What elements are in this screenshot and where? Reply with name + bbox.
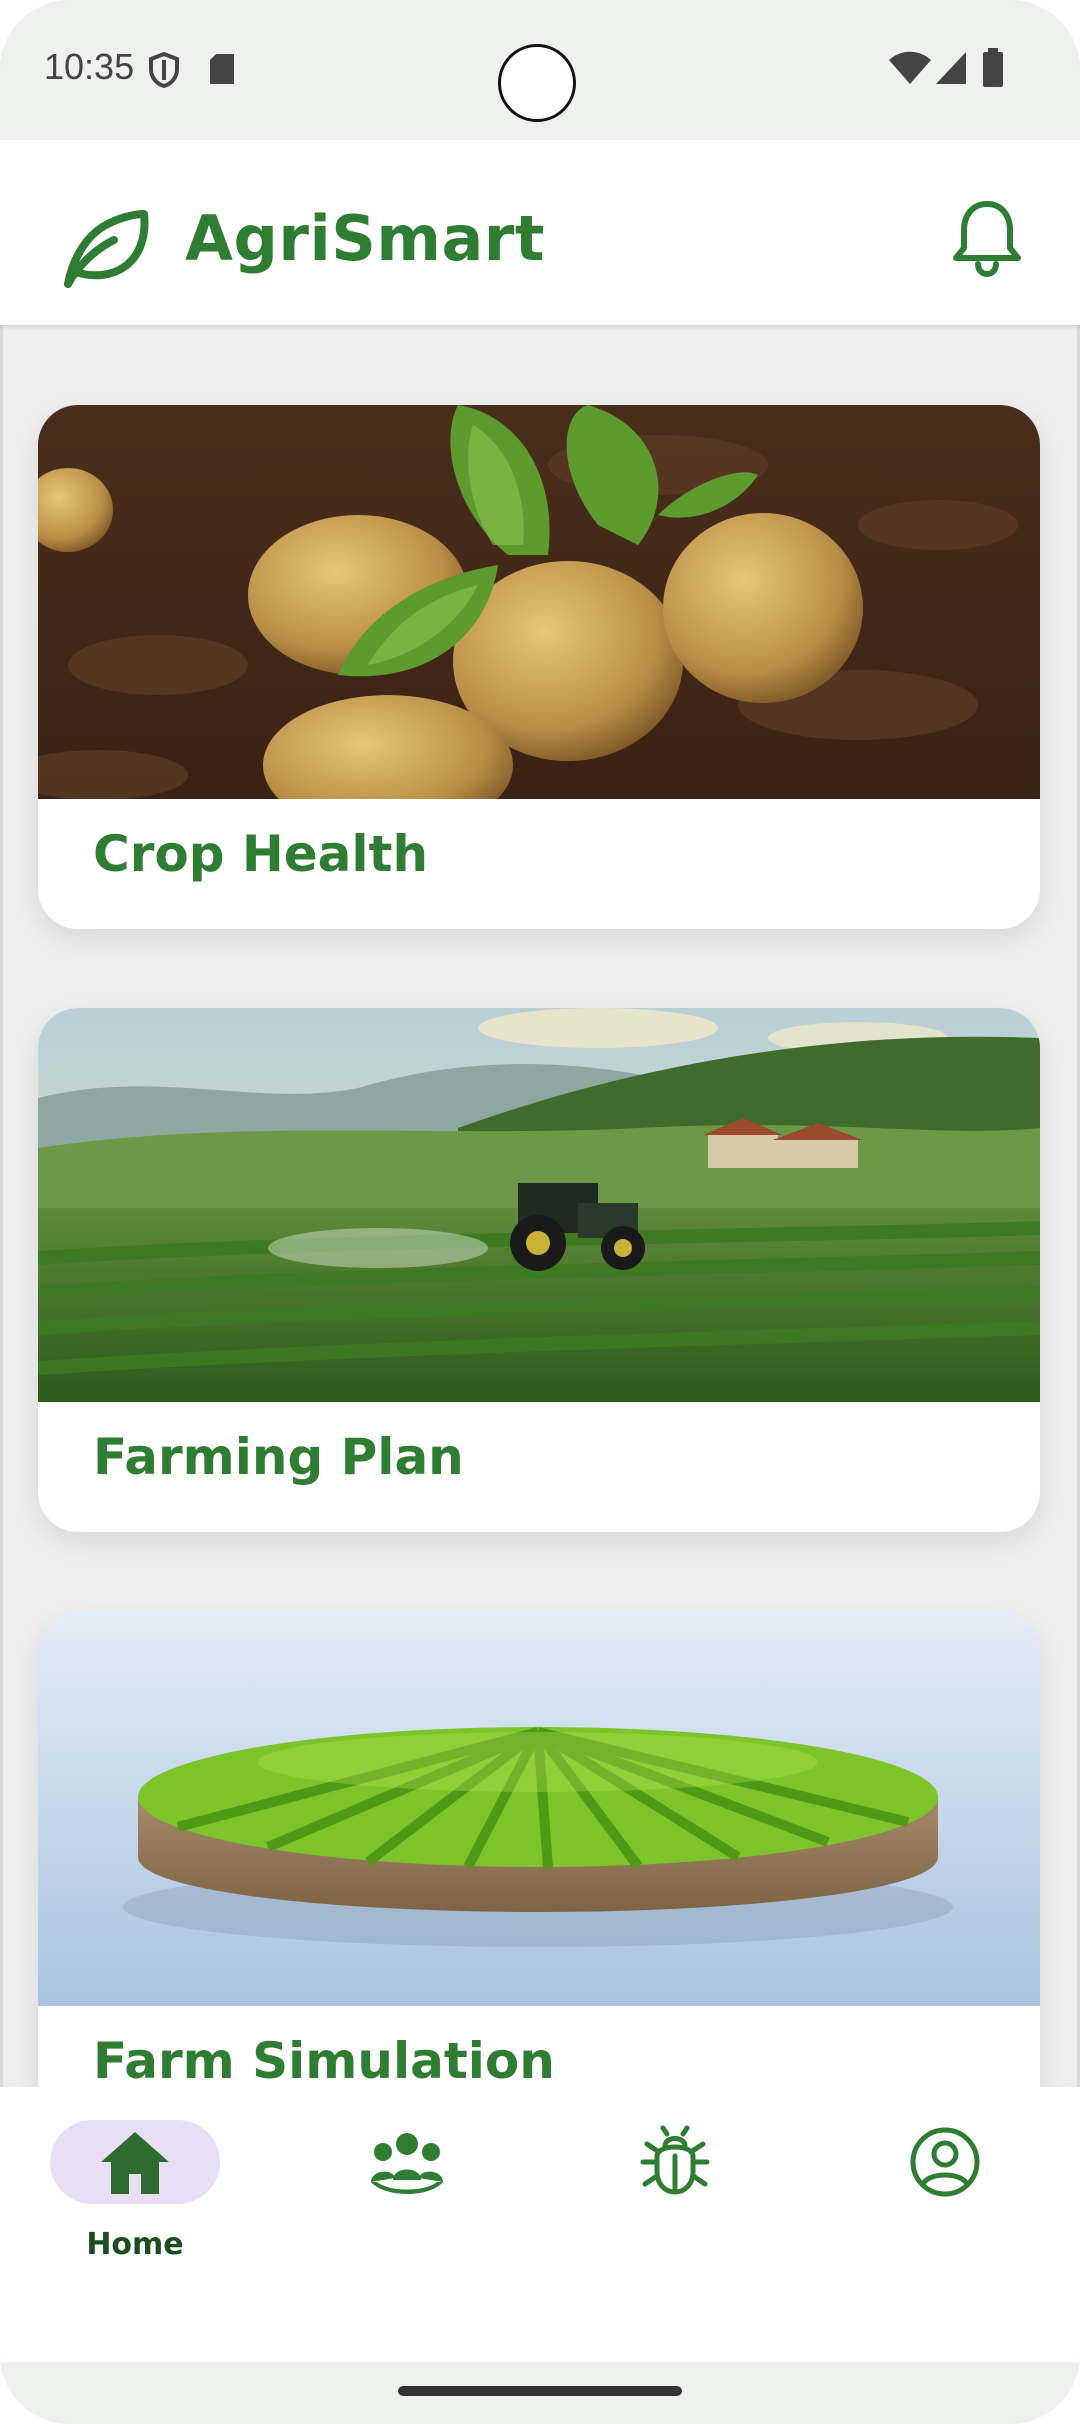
farm-simulation-card[interactable]: Farm Simulation bbox=[38, 1612, 1040, 2136]
status-bar: 10:35 bbox=[0, 0, 1080, 140]
wifi-icon bbox=[889, 51, 931, 84]
app-header: AgriSmart bbox=[0, 140, 1080, 325]
device-frame: 10:35 AgriSmart Crop Health Farming Plan… bbox=[0, 0, 1080, 2424]
bottom-navigation: Home bbox=[0, 2087, 1080, 2362]
card-title-farm-simulation: Farm Simulation bbox=[93, 2032, 555, 2090]
gesture-bar bbox=[0, 2362, 1080, 2424]
leaf-icon bbox=[64, 210, 149, 288]
bug-icon bbox=[640, 2125, 710, 2195]
sim-card-icon bbox=[210, 54, 234, 84]
card-title-farming-plan: Farming Plan bbox=[93, 1428, 464, 1486]
home-icon bbox=[101, 2132, 169, 2194]
card-title-crop-health: Crop Health bbox=[93, 825, 429, 883]
potatoes-in-soil-photo bbox=[38, 405, 1040, 799]
shield-icon bbox=[149, 52, 179, 88]
bell-icon[interactable] bbox=[950, 198, 1024, 278]
farming-plan-card[interactable]: Farming Plan bbox=[38, 1008, 1040, 1532]
tractor-in-field-photo bbox=[38, 1008, 1040, 1402]
account-icon bbox=[910, 2127, 980, 2197]
battery-icon bbox=[983, 48, 1003, 87]
nav-item-community[interactable] bbox=[270, 2087, 540, 2287]
nav-item-home[interactable]: Home bbox=[0, 2087, 270, 2287]
nav-item-pests[interactable] bbox=[540, 2087, 810, 2287]
signal-icon bbox=[936, 52, 966, 84]
status-time: 10:35 bbox=[44, 46, 135, 87]
nav-label-home: Home bbox=[86, 2227, 184, 2262]
community-icon bbox=[371, 2133, 443, 2194]
crop-health-card[interactable]: Crop Health bbox=[38, 405, 1040, 929]
farm-plot-3d-photo bbox=[38, 1612, 1040, 2006]
nav-item-account[interactable] bbox=[810, 2087, 1080, 2287]
front-camera bbox=[498, 44, 576, 122]
app-title: AgriSmart bbox=[185, 202, 546, 275]
home-gesture-handle[interactable] bbox=[398, 2386, 682, 2396]
